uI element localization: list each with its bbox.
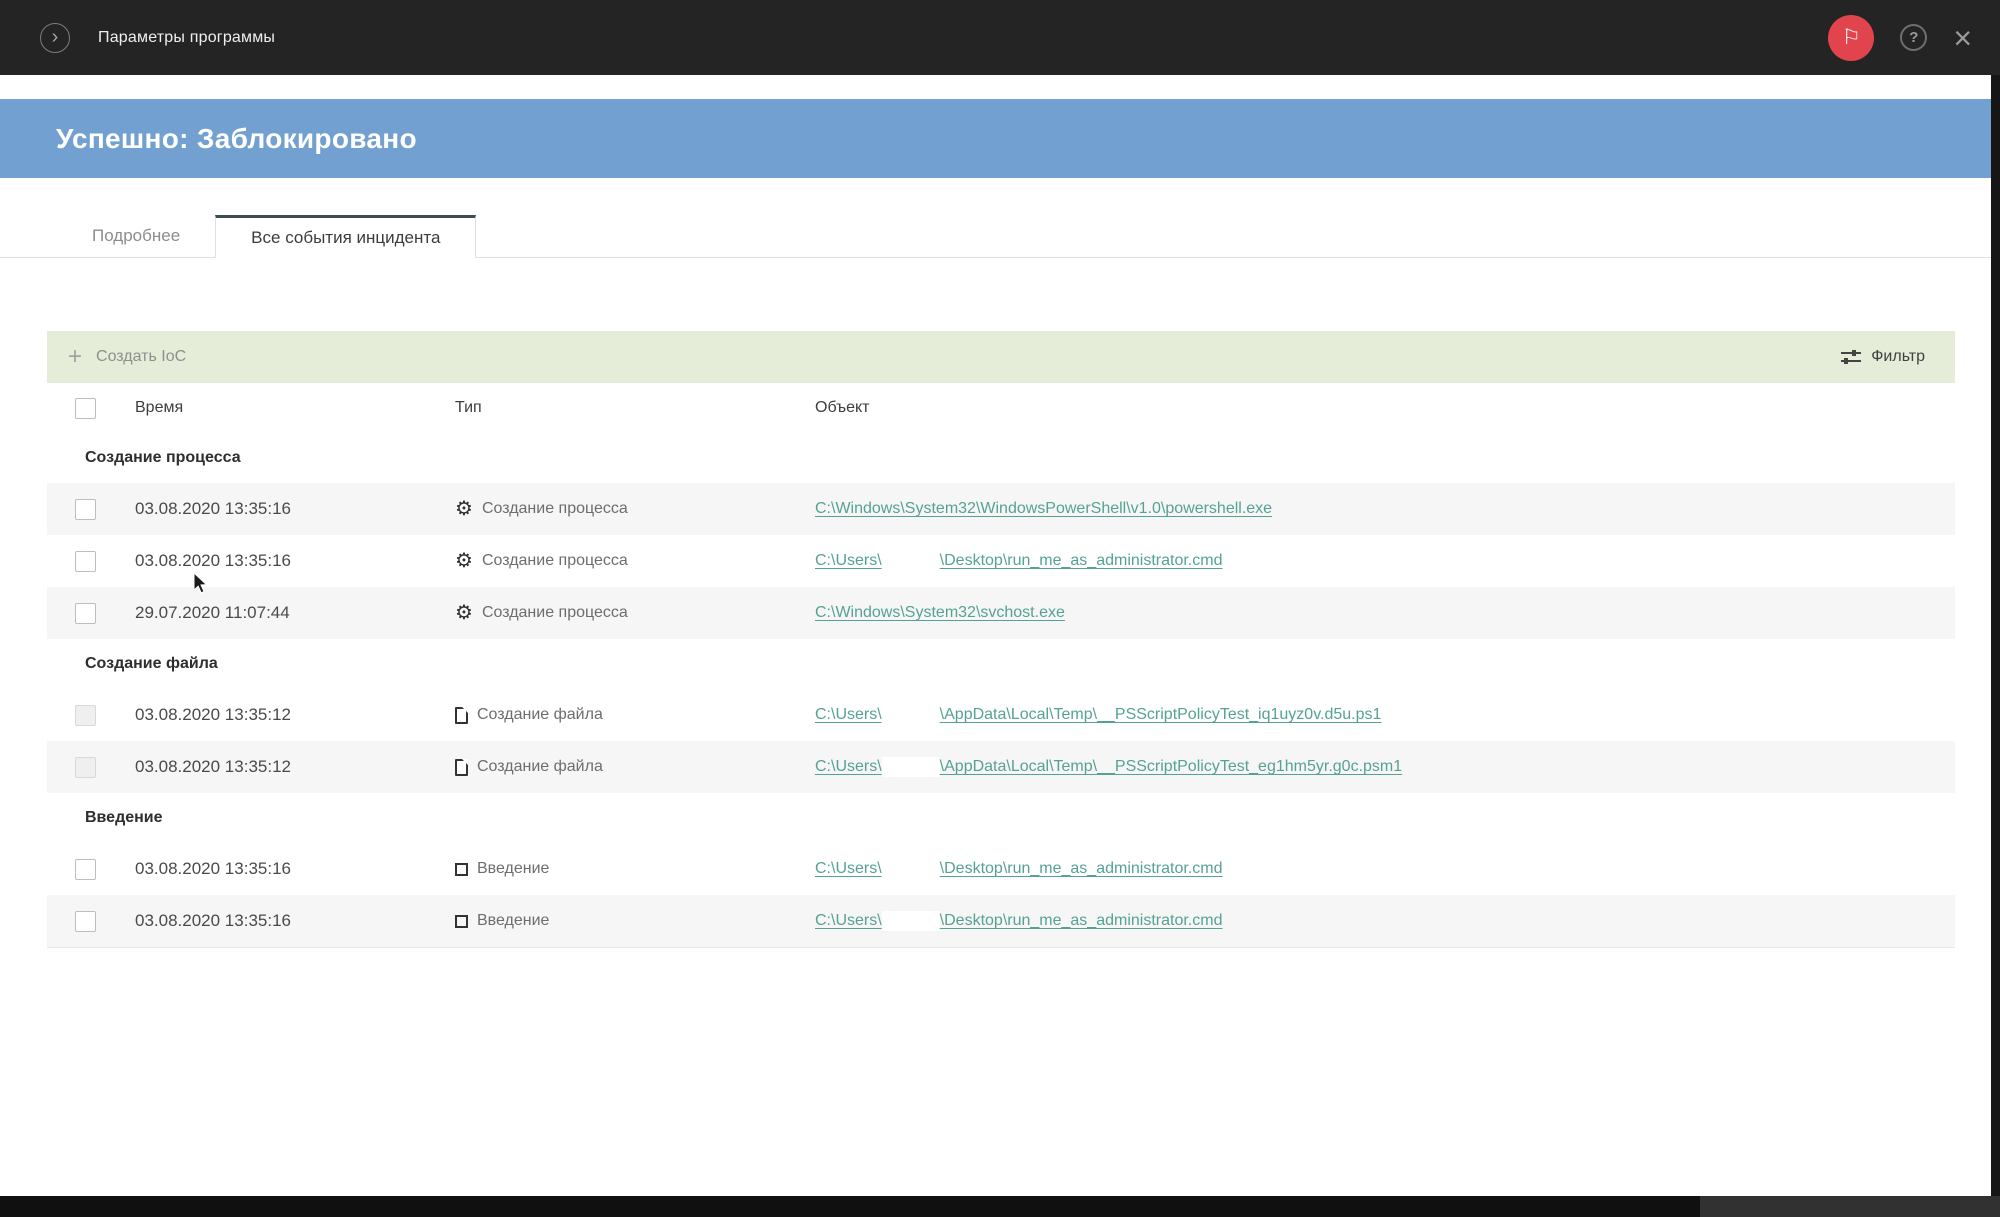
titlebar-actions: ⚐ ? × bbox=[1828, 15, 2000, 61]
table-header-row: Время Тип Объект bbox=[47, 383, 1955, 433]
object-link[interactable]: C:\Users\\AppData\Local\Temp\__PSScriptP… bbox=[815, 758, 1402, 775]
redacted-username bbox=[882, 859, 940, 879]
column-header-time: Время bbox=[135, 399, 183, 416]
close-icon: × bbox=[1953, 20, 1972, 56]
events-table: + Создать IoC Фильтр Время Тип Объект Со… bbox=[47, 331, 1955, 948]
group-header-file-creation: Создание файла bbox=[47, 639, 1955, 689]
expand-chevron-icon[interactable]: › bbox=[40, 23, 70, 53]
tab-details[interactable]: Подробнее bbox=[57, 215, 215, 257]
bottom-edge-bar bbox=[0, 1196, 2000, 1217]
event-time: 03.08.2020 13:35:16 bbox=[135, 551, 291, 570]
event-time: 03.08.2020 13:35:12 bbox=[135, 705, 291, 724]
event-type: Создание процесса bbox=[482, 604, 628, 622]
row-checkbox[interactable] bbox=[75, 911, 96, 932]
flag-button[interactable]: ⚐ bbox=[1828, 15, 1874, 61]
event-type: Создание процесса bbox=[482, 500, 628, 518]
event-type: Создание файла bbox=[477, 758, 603, 776]
object-link[interactable]: C:\Users\\Desktop\run_me_as_administrato… bbox=[815, 912, 1222, 929]
column-header-type: Тип bbox=[455, 399, 482, 417]
object-link[interactable]: C:\Users\\Desktop\run_me_as_administrato… bbox=[815, 552, 1222, 569]
filter-icon bbox=[1841, 349, 1861, 366]
table-row: 03.08.2020 13:35:16 Введение C:\Users\\D… bbox=[47, 843, 1955, 895]
file-icon bbox=[455, 707, 468, 724]
row-checkbox[interactable] bbox=[75, 603, 96, 624]
title-bar: › Параметры программы ⚐ ? × bbox=[0, 0, 2000, 75]
row-checkbox[interactable] bbox=[75, 859, 96, 880]
object-link[interactable]: C:\Windows\System32\svchost.exe bbox=[815, 604, 1065, 621]
table-row: 03.08.2020 13:35:12 Создание файла C:\Us… bbox=[47, 741, 1955, 793]
object-link[interactable]: C:\Windows\System32\WindowsPowerShell\v1… bbox=[815, 500, 1272, 517]
gear-icon: ⚙ bbox=[455, 551, 473, 571]
group-header-injection: Введение bbox=[47, 793, 1955, 843]
plus-icon: + bbox=[68, 346, 82, 368]
table-toolbar: + Создать IoC Фильтр bbox=[47, 331, 1955, 383]
flag-icon: ⚐ bbox=[1842, 25, 1861, 50]
event-type: Введение bbox=[477, 860, 549, 878]
group-header-process-creation: Создание процесса bbox=[47, 433, 1955, 483]
status-banner-text: Успешно: Заблокировано bbox=[56, 123, 417, 155]
help-icon: ? bbox=[1909, 29, 1918, 46]
create-ioc-label: Создать IoC bbox=[96, 348, 186, 366]
event-time: 03.08.2020 13:35:16 bbox=[135, 499, 291, 518]
help-button[interactable]: ? bbox=[1900, 24, 1927, 51]
object-link[interactable]: C:\Users\\Desktop\run_me_as_administrato… bbox=[815, 860, 1222, 877]
window-title: Параметры программы bbox=[98, 29, 275, 47]
event-time: 03.08.2020 13:35:12 bbox=[135, 757, 291, 776]
app-window: › Параметры программы ⚐ ? × Успешно: Заб… bbox=[0, 0, 2000, 1217]
gear-icon: ⚙ bbox=[455, 603, 473, 623]
select-all-checkbox[interactable] bbox=[75, 398, 96, 419]
row-checkbox[interactable] bbox=[75, 551, 96, 572]
redacted-username bbox=[882, 911, 940, 931]
filter-button[interactable]: Фильтр bbox=[1841, 348, 1925, 366]
table-row: 03.08.2020 13:35:16 ⚙ Создание процесса … bbox=[47, 483, 1955, 535]
square-icon bbox=[455, 915, 468, 928]
event-type: Создание процесса bbox=[482, 552, 628, 570]
bottom-bar-segment bbox=[1700, 1196, 2000, 1217]
create-ioc-button[interactable]: + Создать IoC bbox=[68, 346, 186, 368]
gear-icon: ⚙ bbox=[455, 499, 473, 519]
event-time: 03.08.2020 13:35:16 bbox=[135, 859, 291, 878]
row-checkbox[interactable] bbox=[75, 499, 96, 520]
column-header-object: Объект bbox=[815, 399, 869, 416]
row-checkbox bbox=[75, 757, 96, 778]
status-banner: Успешно: Заблокировано bbox=[0, 99, 1991, 178]
event-type: Создание файла bbox=[477, 706, 603, 724]
table-row: 29.07.2020 11:07:44 ⚙ Создание процесса … bbox=[47, 587, 1955, 639]
event-type: Введение bbox=[477, 912, 549, 930]
file-icon bbox=[455, 759, 468, 776]
object-link[interactable]: C:\Users\\AppData\Local\Temp\__PSScriptP… bbox=[815, 706, 1381, 723]
square-icon bbox=[455, 863, 468, 876]
redacted-username bbox=[882, 705, 940, 725]
redacted-username bbox=[882, 551, 940, 571]
table-row: 03.08.2020 13:35:12 Создание файла C:\Us… bbox=[47, 689, 1955, 741]
close-button[interactable]: × bbox=[1953, 23, 1972, 53]
event-time: 03.08.2020 13:35:16 bbox=[135, 911, 291, 930]
redacted-username bbox=[882, 757, 940, 777]
row-checkbox bbox=[75, 705, 96, 726]
tab-all-incident-events[interactable]: Все события инцидента bbox=[215, 215, 476, 258]
table-row: 03.08.2020 13:35:16 ⚙ Создание процесса … bbox=[47, 535, 1955, 587]
event-time: 29.07.2020 11:07:44 bbox=[135, 603, 290, 622]
filter-label: Фильтр bbox=[1871, 348, 1925, 366]
table-row: 03.08.2020 13:35:16 Введение C:\Users\\D… bbox=[47, 895, 1955, 947]
right-edge-strip bbox=[1991, 75, 2000, 1217]
tab-bar: Подробнее Все события инцидента bbox=[0, 215, 1991, 258]
